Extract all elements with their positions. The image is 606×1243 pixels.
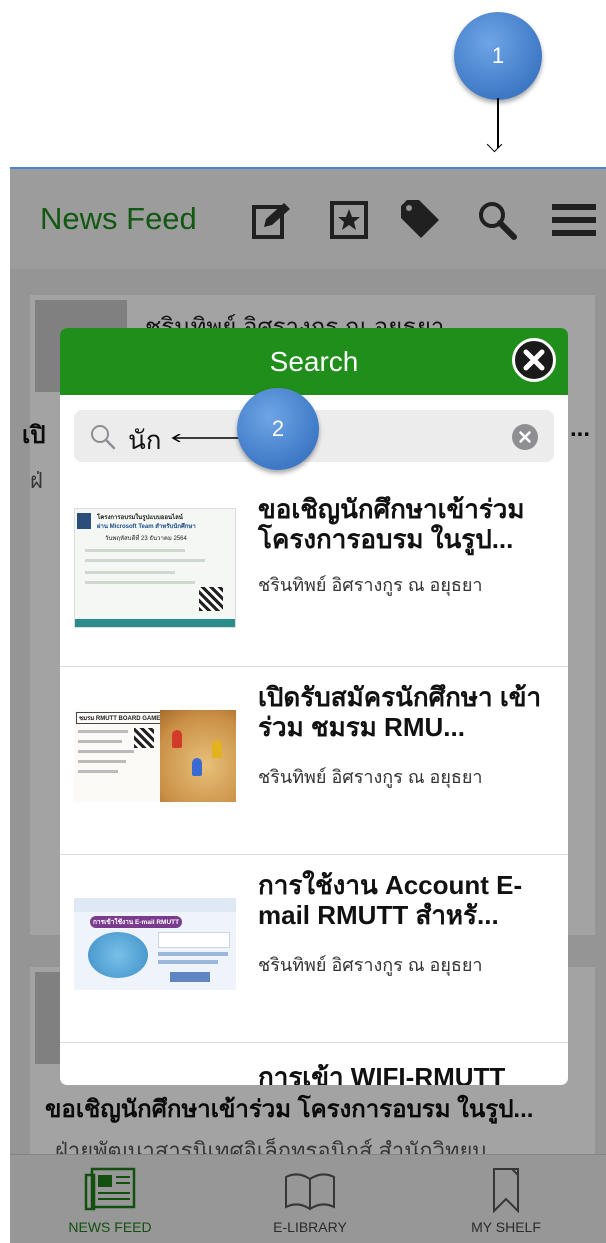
annotation-1-label: 1 <box>491 43 505 68</box>
search-icon <box>91 425 116 450</box>
thumb-text: ผ่าน Microsoft Team สำหรับนักศึกษา <box>97 524 196 530</box>
compose-icon[interactable] <box>248 197 294 243</box>
result-author: ชรินทิพย์ อิศรางกูร ณ อยุธยา <box>258 955 483 975</box>
search-result-item[interactable]: การเข้า WIFI-RMUTT <box>60 1042 568 1085</box>
app-header: News Feed <box>10 169 606 269</box>
newspaper-icon <box>84 1167 136 1211</box>
result-title: เปิดรับสมัครนักศึกษา เข้าร่วม ชมรม RMU..… <box>258 682 542 742</box>
feed-subtitle: ฝ่ <box>30 468 43 493</box>
annotation-2-label: 2 <box>271 416 285 441</box>
tab-my-shelf[interactable]: MY SHELF <box>406 1155 606 1243</box>
feed-title-ellipsis: ... <box>570 415 591 442</box>
qr-code <box>134 728 154 748</box>
result-author: ชรินทิพย์ อิศรางกูร ณ อยุธยา <box>258 575 483 595</box>
rmutt-logo <box>77 513 91 529</box>
search-result-item[interactable]: ชมรม RMUTT BOARD GAME เปิดรับสมัครนักศึก… <box>60 666 568 855</box>
bookmark-icon <box>493 1168 519 1213</box>
result-thumbnail: ชมรม RMUTT BOARD GAME <box>74 710 236 802</box>
clear-search-button[interactable] <box>512 424 538 450</box>
thumb-text: การเข้าใช้งาน E-mail RMUTT <box>90 916 183 928</box>
close-button[interactable] <box>512 338 556 382</box>
open-book-icon <box>285 1173 335 1211</box>
search-query: นัก <box>128 425 162 455</box>
result-thumbnail: การเข้าใช้งาน E-mail RMUTT <box>74 898 236 990</box>
thumb-text: ชมรม RMUTT BOARD GAME <box>76 712 164 724</box>
result-title: การเข้า WIFI-RMUTT <box>258 1062 506 1085</box>
board-game-photo <box>160 710 236 802</box>
favorites-icon[interactable] <box>326 197 372 243</box>
menu-icon[interactable] <box>551 197 597 243</box>
qr-code <box>199 587 223 611</box>
thumb-text: วันพฤหัสบดีที่ 23 ธันวาคม 2564 <box>105 536 187 542</box>
tab-news-feed[interactable]: NEWS FEED <box>10 1155 210 1243</box>
search-result-item[interactable]: โครงการอบรมในรูปแบบออนไลน์ ผ่าน Microsof… <box>60 478 568 667</box>
tab-label: MY SHELF <box>471 1219 541 1235</box>
feed-title: ขอเชิญนักศึกษาเข้าร่วม โครงการอบรม ในรูป… <box>45 1096 534 1123</box>
annotation-marker-2: 2 <box>237 388 319 470</box>
result-title: ขอเชิญนักศึกษาเข้าร่วม โครงการอบรม ในรูป… <box>258 494 525 554</box>
annotation-marker-1: 1 <box>454 12 542 100</box>
feed-title: เปิ <box>22 422 46 449</box>
page-title: News Feed <box>40 201 197 236</box>
search-result-item[interactable]: การเข้าใช้งาน E-mail RMUTT การใช้งาน Acc… <box>60 854 568 1043</box>
annotation-arrow-1-head <box>486 136 503 153</box>
tag-icon[interactable] <box>398 197 444 243</box>
search-dialog-header: Search <box>60 328 568 395</box>
bottom-tab-bar: NEWS FEED E-LIBRARY MY SHELF <box>10 1154 606 1243</box>
tab-label: NEWS FEED <box>68 1219 152 1235</box>
clear-icon <box>519 431 531 443</box>
tab-e-library[interactable]: E-LIBRARY <box>210 1155 410 1243</box>
result-thumbnail: โครงการอบรมในรูปแบบออนไลน์ ผ่าน Microsof… <box>74 508 236 628</box>
illustration <box>88 932 148 978</box>
close-icon <box>523 349 545 371</box>
search-dialog-title: Search <box>269 346 359 377</box>
annotation-arrow-2 <box>171 434 239 442</box>
tab-label: E-LIBRARY <box>273 1219 347 1235</box>
result-author: ชรินทิพย์ อิศรางกูร ณ อยุธยา <box>258 767 483 787</box>
result-title: การใช้งาน Account E-mail RMUTT สำหรั... <box>258 870 523 930</box>
search-icon[interactable] <box>474 197 520 243</box>
